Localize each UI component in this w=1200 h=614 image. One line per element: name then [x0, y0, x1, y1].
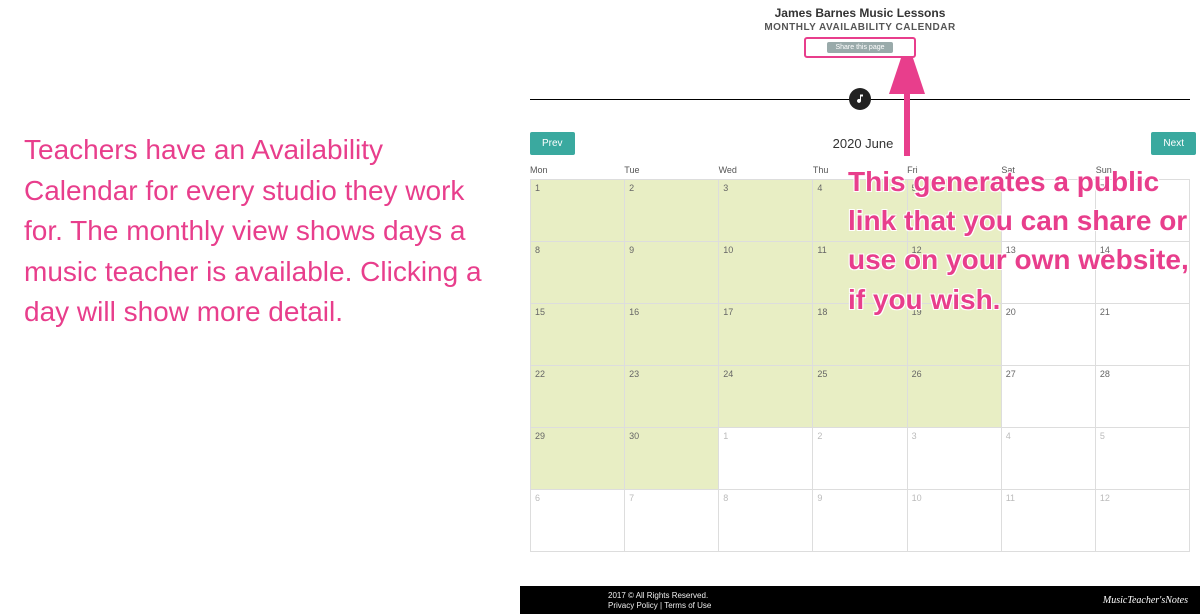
calendar-day[interactable]: 1 — [531, 180, 625, 242]
share-page-button[interactable]: Share this page — [827, 42, 892, 53]
calendar-day[interactable]: 27 — [1002, 366, 1096, 428]
next-button[interactable]: Next — [1151, 132, 1196, 155]
day-number: 3 — [912, 431, 917, 441]
day-number: 30 — [629, 431, 639, 441]
divider — [530, 88, 1190, 110]
calendar-day[interactable]: 25 — [813, 366, 907, 428]
terms-link[interactable]: Terms of Use — [664, 601, 711, 610]
day-header: Mon — [530, 165, 624, 175]
calendar-day[interactable]: 9 — [625, 242, 719, 304]
day-number: 10 — [723, 245, 733, 255]
month-label: 2020 June — [833, 136, 894, 151]
day-number: 2 — [817, 431, 822, 441]
calendar-day[interactable]: 24 — [719, 366, 813, 428]
footer-separator: | — [660, 601, 662, 610]
calendar-day[interactable]: 26 — [908, 366, 1002, 428]
day-number: 4 — [817, 183, 822, 193]
day-number: 11 — [1006, 493, 1015, 503]
day-number: 7 — [629, 493, 634, 503]
day-header: Tue — [624, 165, 718, 175]
calendar-day[interactable]: 9 — [813, 490, 907, 552]
instruction-left: Teachers have an Availability Calendar f… — [24, 130, 504, 333]
day-number: 28 — [1100, 369, 1110, 379]
day-number: 4 — [1006, 431, 1011, 441]
calendar-day[interactable]: 12 — [1096, 490, 1190, 552]
privacy-link[interactable]: Privacy Policy — [608, 601, 658, 610]
calendar-day[interactable]: 2 — [813, 428, 907, 490]
footer-logo: MusicTeacher'sNotes — [1103, 595, 1188, 606]
calendar-day[interactable]: 3 — [908, 428, 1002, 490]
share-box-highlight: Share this page — [804, 37, 916, 58]
instruction-right: This generates a public link that you ca… — [848, 162, 1198, 319]
calendar-day[interactable]: 3 — [719, 180, 813, 242]
day-number: 10 — [912, 493, 922, 503]
day-number: 27 — [1006, 369, 1016, 379]
day-number: 11 — [817, 245, 826, 255]
prev-button[interactable]: Prev — [530, 132, 575, 155]
footer-copyright: 2017 © All Rights Reserved. — [608, 591, 711, 600]
day-number: 5 — [1100, 431, 1105, 441]
music-icon — [849, 88, 871, 110]
calendar-day[interactable]: 15 — [531, 304, 625, 366]
day-number: 8 — [723, 493, 728, 503]
day-number: 6 — [535, 493, 540, 503]
calendar-nav: Prev 2020 June Next — [520, 132, 1200, 155]
calendar-day[interactable]: 4 — [1002, 428, 1096, 490]
studio-name: James Barnes Music Lessons — [520, 6, 1200, 20]
day-header: Wed — [719, 165, 813, 175]
calendar-day[interactable]: 10 — [908, 490, 1002, 552]
calendar-day[interactable]: 23 — [625, 366, 719, 428]
day-number: 3 — [723, 183, 728, 193]
calendar-day[interactable]: 29 — [531, 428, 625, 490]
calendar-day[interactable]: 8 — [531, 242, 625, 304]
day-number: 2 — [629, 183, 634, 193]
header: James Barnes Music Lessons MONTHLY AVAIL… — [520, 0, 1200, 58]
day-number: 18 — [817, 307, 827, 317]
day-number: 16 — [629, 307, 639, 317]
calendar-day[interactable]: 11 — [1002, 490, 1096, 552]
calendar-day[interactable]: 16 — [625, 304, 719, 366]
calendar-day[interactable]: 22 — [531, 366, 625, 428]
calendar-day[interactable]: 28 — [1096, 366, 1190, 428]
day-number: 22 — [535, 369, 545, 379]
calendar-title: MONTHLY AVAILABILITY CALENDAR — [520, 22, 1200, 33]
day-number: 23 — [629, 369, 639, 379]
day-number: 8 — [535, 245, 540, 255]
calendar-day[interactable]: 7 — [625, 490, 719, 552]
day-number: 29 — [535, 431, 545, 441]
day-number: 26 — [912, 369, 922, 379]
day-number: 1 — [723, 431, 728, 441]
day-number: 12 — [1100, 493, 1110, 503]
day-number: 9 — [629, 245, 634, 255]
calendar-day[interactable]: 5 — [1096, 428, 1190, 490]
day-number: 25 — [817, 369, 827, 379]
day-number: 15 — [535, 307, 545, 317]
calendar-day[interactable]: 6 — [531, 490, 625, 552]
day-number: 1 — [535, 183, 540, 193]
calendar-day[interactable]: 1 — [719, 428, 813, 490]
calendar-day[interactable]: 2 — [625, 180, 719, 242]
calendar-day[interactable]: 10 — [719, 242, 813, 304]
day-number: 17 — [723, 307, 733, 317]
day-number: 24 — [723, 369, 733, 379]
calendar-day[interactable]: 17 — [719, 304, 813, 366]
calendar-day[interactable]: 8 — [719, 490, 813, 552]
footer: 2017 © All Rights Reserved. Privacy Poli… — [520, 586, 1200, 614]
calendar-day[interactable]: 30 — [625, 428, 719, 490]
day-number: 9 — [817, 493, 822, 503]
